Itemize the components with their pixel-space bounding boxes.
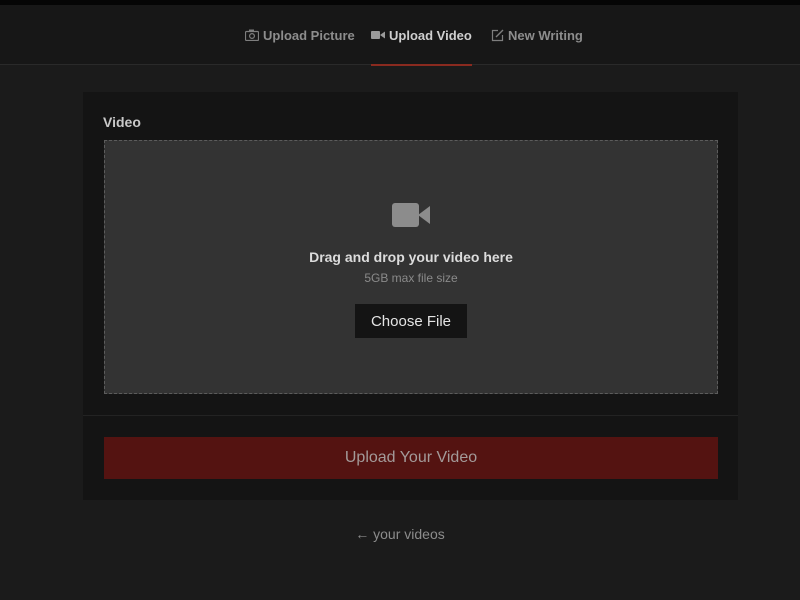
upload-video-button[interactable]: Upload Your Video xyxy=(104,437,718,479)
back-link-label: your videos xyxy=(373,526,445,542)
max-size-hint: 5GB max file size xyxy=(364,271,458,285)
form-divider xyxy=(83,415,738,416)
upload-form: Video Drag and drop your video here 5GB … xyxy=(83,92,738,500)
choose-file-button[interactable]: Choose File xyxy=(355,304,467,338)
tab-label: New Writing xyxy=(508,27,583,43)
arrow-left-icon: ← xyxy=(355,526,370,542)
dropzone-title: Drag and drop your video here xyxy=(309,249,513,265)
video-camera-icon xyxy=(371,30,385,40)
video-field-label: Video xyxy=(103,114,141,130)
video-dropzone[interactable]: Drag and drop your video here 5GB max fi… xyxy=(104,140,718,394)
tab-upload-picture[interactable]: Upload Picture xyxy=(245,5,355,65)
edit-icon xyxy=(491,29,504,42)
video-camera-icon xyxy=(392,202,430,233)
tab-label: Upload Picture xyxy=(263,27,355,43)
camera-icon xyxy=(245,29,259,41)
tab-label: Upload Video xyxy=(389,27,472,43)
back-to-videos-link[interactable]: ← your videos xyxy=(0,526,800,542)
tab-new-writing[interactable]: New Writing xyxy=(491,5,583,65)
tab-upload-video[interactable]: Upload Video xyxy=(371,5,472,66)
upload-tabs: Upload Picture Upload Video New Writing xyxy=(0,5,800,66)
